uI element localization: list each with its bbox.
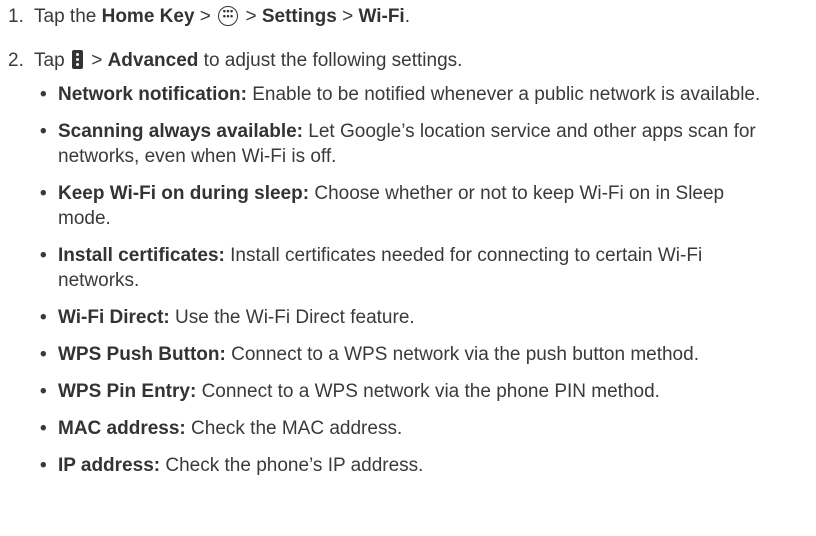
setting-desc: Check the phone’s IP address.	[160, 455, 424, 476]
step-text: Tap the	[34, 6, 102, 27]
list-item: • Keep Wi-Fi on during sleep: Choose whet…	[38, 181, 778, 231]
setting-desc: Check the MAC address.	[185, 418, 403, 439]
settings-list: • Network notification: Enable to be noti…	[38, 82, 778, 490]
list-item: • WPS Pin Entry: Connect to a WPS network…	[38, 379, 778, 404]
list-item: • Network notification: Enable to be noti…	[38, 82, 778, 107]
setting-term: MAC address:	[58, 418, 186, 439]
list-item: • IP address: Check the phone’s IP addres…	[38, 453, 778, 478]
bullet: •	[40, 344, 47, 365]
settings-label: Settings	[261, 6, 337, 27]
bullet: •	[40, 381, 47, 402]
setting-term: WPS Pin Entry:	[58, 381, 197, 402]
setting-term: Keep Wi-Fi on during sleep:	[58, 183, 310, 204]
step-2: 2. Tap > Advanced to adjust the following…	[8, 48, 808, 74]
setting-term: IP address:	[58, 455, 161, 476]
setting-term: Wi-Fi Direct:	[58, 307, 170, 328]
step-1: 1. Tap the Home Key > ••• ••• > Settings >…	[8, 4, 808, 30]
step-number: 1.	[8, 6, 24, 27]
apps-icon: ••• •••	[218, 6, 239, 26]
bullet: •	[40, 245, 47, 266]
wifi-label: Wi-Fi	[358, 6, 405, 27]
list-item: • Install certificates: Install certifica…	[38, 243, 778, 293]
setting-term: Scanning always available:	[58, 121, 303, 142]
bullet: •	[40, 307, 47, 328]
bullet: •	[40, 418, 47, 439]
separator: >	[194, 6, 217, 27]
setting-desc: Connect to a WPS network via the phone P…	[196, 381, 660, 402]
list-item: • MAC address: Check the MAC address.	[38, 416, 778, 441]
list-item: • WPS Push Button: Connect to a WPS netwo…	[38, 342, 778, 367]
menu-icon	[71, 50, 83, 69]
bullet: •	[40, 84, 47, 105]
step-suffix: to adjust the following settings.	[198, 50, 463, 71]
step-number: 2.	[8, 50, 24, 71]
home-key-label: Home Key	[101, 6, 195, 27]
setting-desc: Use the Wi-Fi Direct feature.	[169, 307, 415, 328]
setting-desc: Connect to a WPS network via the push bu…	[225, 344, 699, 365]
bullet: •	[40, 455, 47, 476]
list-item: • Scanning always available: Let Google’s…	[38, 119, 778, 169]
list-item: • Wi-Fi Direct: Use the Wi-Fi Direct feat…	[38, 305, 778, 330]
instruction-steps: 1. Tap the Home Key > ••• ••• > Settings >…	[8, 4, 808, 74]
setting-term: Install certificates:	[58, 245, 225, 266]
setting-term: WPS Push Button:	[58, 344, 226, 365]
separator: >	[336, 6, 359, 27]
step-text: Tap	[34, 50, 70, 71]
separator: >	[85, 50, 108, 71]
setting-term: Network notification:	[58, 84, 247, 105]
setting-desc: Enable to be notified whenever a public …	[246, 84, 761, 105]
step-end: .	[404, 6, 410, 27]
advanced-label: Advanced	[107, 50, 199, 71]
bullet: •	[40, 183, 47, 204]
separator: >	[240, 6, 262, 27]
bullet: •	[40, 121, 47, 142]
